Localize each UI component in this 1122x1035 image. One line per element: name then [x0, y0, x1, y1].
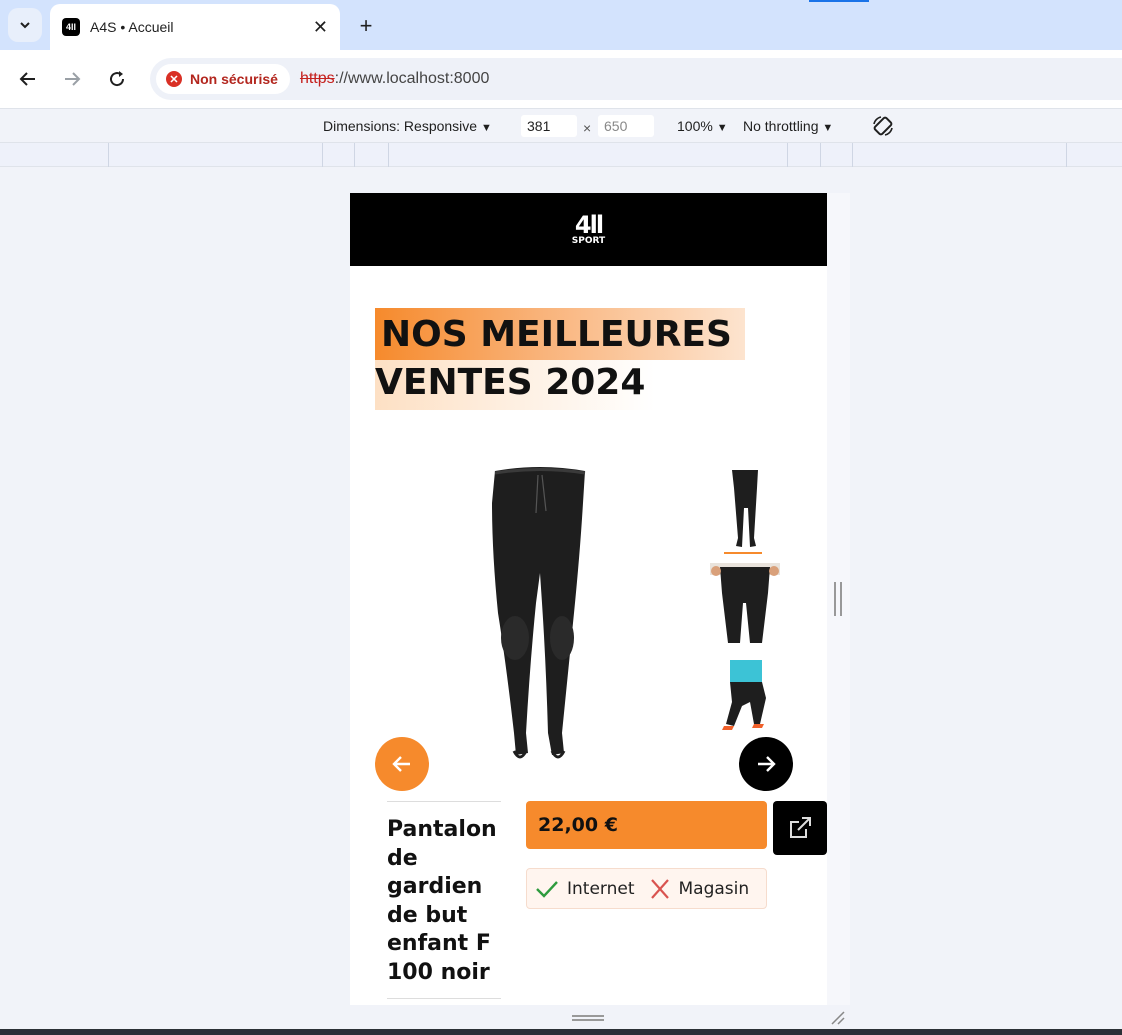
tab-title: A4S • Accueil [90, 19, 174, 35]
ruler-divider [820, 143, 821, 167]
zoom-label: 100% [677, 118, 713, 134]
browser-toolbar: ✕ Non sécurisé https://www.localhost:800… [0, 50, 1122, 108]
os-taskbar [0, 1029, 1122, 1035]
carousel-next-button[interactable] [739, 737, 793, 791]
arrow-left-icon [392, 756, 410, 772]
thumbnail-list [710, 468, 780, 753]
ruler-divider [354, 143, 355, 167]
product-price: 22,00 € [526, 801, 767, 849]
chevron-down-icon [20, 22, 30, 29]
ruler-divider [787, 143, 788, 167]
zoom-caret-icon: ▼ [716, 122, 728, 134]
zoom-select[interactable]: 100% ▼ [677, 118, 728, 134]
resize-handle-right[interactable] [834, 582, 842, 616]
availability-label: Internet [567, 878, 635, 899]
ruler-divider [852, 143, 853, 167]
external-link-icon [790, 817, 811, 838]
resize-corner-icon[interactable] [830, 1010, 846, 1026]
favicon: 4ll [62, 18, 80, 36]
close-tab-icon[interactable]: ✕ [313, 17, 328, 38]
ruler-divider [108, 143, 109, 167]
address-bar[interactable]: ✕ Non sécurisé https://www.localhost:800… [150, 58, 1122, 100]
check-icon [536, 880, 558, 898]
availability-internet: Internet [535, 879, 635, 899]
dimensions-select[interactable]: Dimensions: Responsive ▼ [323, 118, 492, 134]
url-scheme: https [299, 70, 335, 87]
throttling-label: No throttling [743, 118, 819, 134]
resize-handle-bottom[interactable] [572, 1015, 604, 1021]
device-viewport: 4ll SPORT NOS MEILLEURES VENTES 2024 Pan… [350, 193, 827, 1005]
back-button[interactable] [13, 64, 43, 94]
rotate-button[interactable] [871, 114, 895, 141]
throttling-select[interactable]: No throttling ▼ [743, 118, 833, 134]
product-main-image[interactable] [470, 463, 610, 773]
open-product-button[interactable] [773, 801, 827, 855]
security-chip[interactable]: ✕ Non sécurisé [156, 64, 290, 94]
new-tab-button[interactable]: + [352, 12, 380, 40]
arrow-right-icon [758, 756, 776, 772]
url-text: https://www.localhost:8000 [300, 70, 489, 88]
section-title: NOS MEILLEURES VENTES 2024 [375, 311, 775, 407]
site-header: 4ll SPORT [350, 193, 827, 266]
dimensions-caret-icon: ▼ [480, 122, 492, 134]
height-input[interactable]: 650 [598, 115, 654, 137]
ruler-divider [322, 143, 323, 167]
width-input[interactable]: 381 [521, 115, 577, 137]
rotate-icon [873, 116, 893, 136]
availability-box: Internet Magasin [526, 868, 767, 909]
thumbnail-image[interactable] [710, 658, 780, 744]
insecure-icon: ✕ [166, 71, 182, 87]
thumbnail-image[interactable] [710, 563, 780, 649]
availability-store: Magasin [649, 878, 750, 899]
heading-line-2: VENTES 2024 [375, 362, 646, 403]
dimensions-label: Dimensions: Responsive [323, 118, 478, 134]
url-host: ://www.localhost:8000 [334, 70, 490, 87]
throttling-caret-icon: ▼ [822, 122, 834, 134]
tab-accent [809, 0, 869, 2]
product-name-box: Pantalon de gardien de but enfant F 100 … [387, 801, 501, 999]
reload-button[interactable] [102, 64, 132, 94]
device-toolbar: Dimensions: Responsive ▼ 381 × 650 100% … [0, 108, 1122, 142]
security-label: Non sécurisé [190, 71, 278, 87]
thumbnail-active-indicator [724, 552, 762, 554]
forward-arrow-icon [65, 72, 81, 86]
availability-label: Magasin [678, 878, 750, 899]
cross-icon [650, 878, 669, 899]
ruler-divider [388, 143, 389, 167]
ruler-divider [1066, 143, 1067, 167]
forward-button[interactable] [57, 64, 87, 94]
thumbnail-image[interactable] [710, 468, 780, 554]
back-arrow-icon [19, 72, 35, 86]
tab-bar: 4ll A4S • Accueil ✕ + [0, 0, 1122, 50]
reload-icon [110, 71, 125, 87]
media-query-ruler[interactable] [0, 142, 1122, 167]
logo-sub: SPORT [571, 236, 606, 246]
product-name[interactable]: Pantalon de gardien de but enfant F 100 … [387, 802, 501, 987]
heading-line-1: NOS MEILLEURES [381, 314, 732, 355]
tab-search-button[interactable] [8, 8, 42, 42]
active-tab[interactable]: 4ll A4S • Accueil ✕ [50, 4, 340, 50]
site-logo[interactable]: 4ll SPORT [572, 213, 605, 246]
dimensions-times: × [583, 120, 592, 136]
carousel-prev-button[interactable] [375, 737, 429, 791]
logo-main: 4ll [574, 211, 604, 239]
